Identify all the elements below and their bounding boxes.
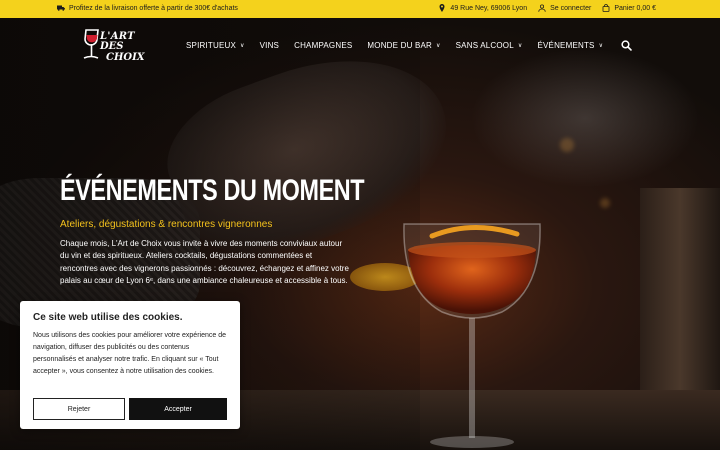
reject-cookies-button[interactable]: Rejeter — [33, 398, 125, 420]
chevron-down-icon: ∨ — [240, 43, 245, 49]
logo-text-line3: CHOIX — [106, 52, 145, 63]
accept-cookies-button[interactable]: Accepter — [129, 398, 227, 420]
address-text: 49 Rue Ney, 69006 Lyon — [450, 4, 528, 12]
chevron-down-icon: ∨ — [436, 43, 441, 49]
hero-title: ÉVÉNEMENTS DU MOMENT — [60, 174, 365, 207]
search-icon[interactable] — [621, 40, 632, 51]
site-logo[interactable]: L'ART DES CHOIX — [80, 29, 145, 65]
nav-label: MONDE DU BAR — [367, 41, 433, 50]
cocktail-glass-image — [403, 223, 541, 448]
cookie-text: Nous utilisons des cookies pour améliore… — [33, 332, 226, 375]
hero-description: Chaque mois, L'Art de Choix vous invite … — [60, 239, 349, 285]
nav-label: VINS — [259, 41, 280, 50]
cart-link[interactable]: Panier 0,00 € — [602, 4, 656, 12]
login-link[interactable]: Se connecter — [538, 4, 591, 12]
bokeh-light — [600, 198, 610, 208]
nav-item-champagnes[interactable]: CHAMPAGNES — [294, 41, 352, 50]
nav-item-vins[interactable]: VINS — [260, 41, 279, 50]
top-announcement-bar: Profitez de la livraison offerte à parti… — [0, 0, 720, 18]
cart-text: Panier 0,00 € — [614, 4, 656, 12]
shopping-bag-icon — [602, 4, 610, 12]
map-pin-icon — [439, 4, 445, 12]
hero-subtitle: Ateliers, dégustations & rencontres vign… — [60, 219, 273, 230]
cookie-title: Ce site web utilise des cookies. — [33, 312, 183, 323]
truck-icon — [57, 5, 65, 11]
chevron-down-icon: ∨ — [598, 43, 604, 49]
nav-label: CHAMPAGNES — [294, 41, 353, 50]
nav-item-evenements[interactable]: ÉVÉNEMENTS ∨ — [537, 41, 603, 50]
nav-item-sans-alcool[interactable]: SANS ALCOOL ∨ — [456, 41, 523, 50]
nav-label: SPIRITUEUX — [186, 41, 237, 50]
cookie-consent-dialog: Ce site web utilise des cookies. Nous ut… — [20, 301, 240, 429]
nav-item-spiritueux[interactable]: SPIRITUEUX ∨ — [186, 41, 245, 50]
main-navigation: SPIRITUEUX ∨ VINS CHAMPAGNES MONDE DU BA… — [186, 41, 603, 50]
nav-item-monde-du-bar[interactable]: MONDE DU BAR ∨ — [367, 41, 440, 50]
wine-glass-logo-icon — [83, 29, 99, 59]
chevron-down-icon: ∨ — [517, 43, 523, 49]
shipping-info: Profitez de la livraison offerte à parti… — [57, 4, 238, 12]
nav-label: SANS ALCOOL — [455, 41, 514, 50]
nav-label: ÉVÉNEMENTS — [537, 41, 595, 50]
bokeh-light — [560, 138, 574, 152]
logo-text-line2: DES — [100, 41, 124, 52]
user-icon — [538, 4, 546, 12]
store-address-link[interactable]: 49 Rue Ney, 69006 Lyon — [438, 4, 527, 12]
shipping-text: Profitez de la livraison offerte à parti… — [69, 4, 238, 12]
mist-image — [470, 48, 700, 188]
login-text: Se connecter — [550, 4, 592, 12]
